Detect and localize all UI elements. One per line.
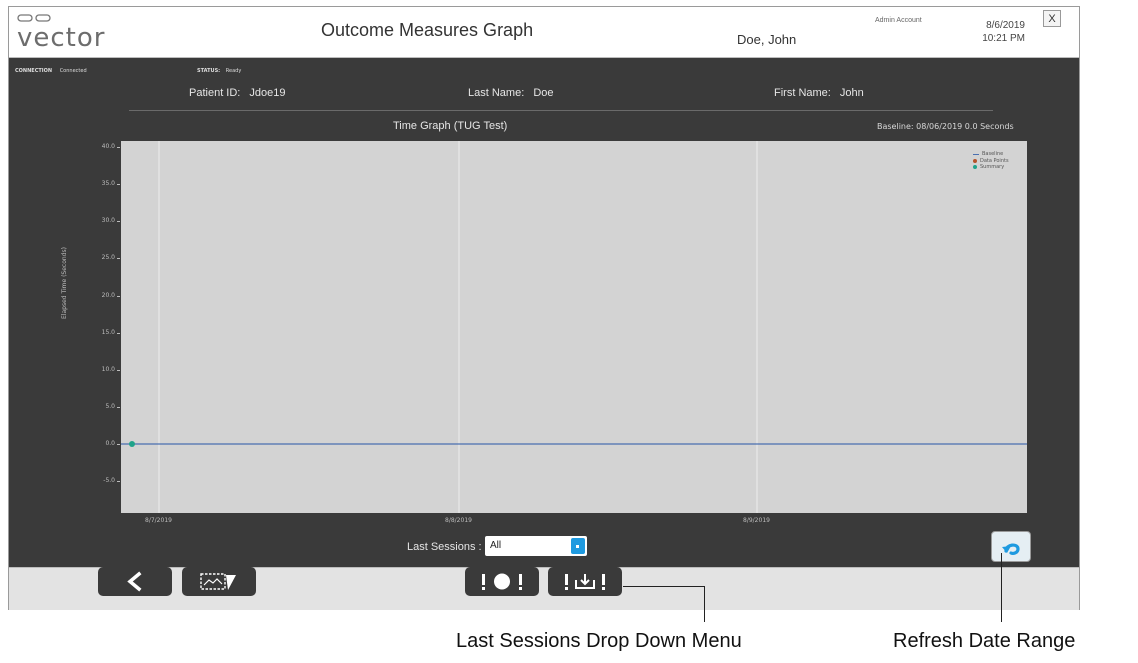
app-window: vector Outcome Measures Graph Doe, John … <box>8 6 1080 610</box>
y-tick-mark <box>117 444 120 445</box>
status-indicator: STATUS: Ready <box>197 68 241 74</box>
chevron-left-icon <box>127 571 142 592</box>
callout-line-dropdown-h <box>623 586 705 587</box>
first-name: First Name: John <box>774 87 864 99</box>
connection-status: CONNECTION Connected <box>15 68 87 74</box>
chart-plot-area[interactable] <box>121 141 1027 513</box>
alert-icon <box>482 573 522 590</box>
callout-last-sessions: Last Sessions Drop Down Menu <box>456 630 742 652</box>
date-time: 8/6/2019 10:21 PM <box>982 19 1025 45</box>
patient-name: Doe, John <box>737 32 797 47</box>
y-tick-mark <box>117 147 120 148</box>
connection-label: CONNECTION <box>15 68 53 74</box>
first-name-label: First Name: <box>774 87 831 99</box>
y-tick-label: 15.0 <box>101 328 115 336</box>
refresh-date-range-button[interactable] <box>991 531 1031 562</box>
y-tick-label: 30.0 <box>101 217 115 225</box>
y-tick-label: 20.0 <box>101 291 115 299</box>
last-name-label: Last Name: <box>468 87 525 99</box>
alert-button[interactable] <box>465 567 539 596</box>
y-tick-label: 10.0 <box>101 365 115 373</box>
dropdown-arrow-icon[interactable] <box>571 538 585 554</box>
header-divider <box>129 110 993 111</box>
legend-summary-swatch <box>973 165 977 170</box>
back-button[interactable] <box>98 567 172 596</box>
y-tick-label: -5.0 <box>103 477 115 485</box>
last-name: Last Name: Doe <box>468 87 554 99</box>
legend-summary-label: Summary <box>980 164 1005 170</box>
chart-title: Time Graph (TUG Test) <box>393 120 508 132</box>
status-value: Ready <box>225 68 242 74</box>
y-tick-mark <box>117 184 120 186</box>
status-label: STATUS: <box>197 68 221 74</box>
chart-legend: Baseline Data Points Summary <box>973 151 1009 171</box>
current-date: 8/6/2019 <box>986 20 1025 31</box>
y-tick-label: 40.0 <box>101 143 115 150</box>
last-sessions-dropdown[interactable]: All <box>485 536 587 556</box>
baseline-info: Baseline: 08/06/2019 0.0 Seconds <box>877 122 1014 131</box>
download-icon <box>565 574 605 590</box>
x-tick-label: 8/7/2019 <box>145 517 172 524</box>
refresh-icon <box>1002 543 1020 555</box>
y-tick-mark <box>117 332 120 334</box>
last-name-value: Doe <box>533 87 554 99</box>
x-tick-label: 8/9/2019 <box>743 517 770 524</box>
patient-id: Patient ID: Jdoe19 <box>189 87 286 99</box>
y-tick-mark <box>117 481 120 483</box>
y-tick-label: 5.0 <box>105 402 115 410</box>
callout-line-dropdown-v <box>704 586 705 622</box>
svg-text:vector: vector <box>17 23 105 53</box>
legend-data-points-swatch <box>973 158 977 163</box>
y-tick-label: 0.0 <box>105 440 115 447</box>
first-name-value: John <box>839 87 864 99</box>
y-tick-mark <box>117 221 120 223</box>
download-button[interactable] <box>548 567 622 596</box>
connection-value: Connected <box>59 68 87 74</box>
title-bar: vector Outcome Measures Graph Doe, John … <box>9 7 1079 58</box>
patient-id-label: Patient ID: <box>189 87 241 99</box>
y-tick-mark <box>117 295 120 297</box>
patient-id-value: Jdoe19 <box>249 87 286 99</box>
y-tick-mark <box>117 406 120 408</box>
y-axis-label: Elapsed Time (Seconds) <box>61 247 68 319</box>
legend-baseline-swatch <box>973 153 979 155</box>
callout-refresh: Refresh Date Range <box>893 630 1076 652</box>
account-label: Admin Account <box>875 17 922 24</box>
y-tick-label: 35.0 <box>101 180 115 188</box>
last-sessions-value: All <box>490 540 502 551</box>
window-title: Outcome Measures Graph <box>321 20 534 40</box>
close-button[interactable]: X <box>1043 10 1061 27</box>
x-tick-label: 8/8/2019 <box>445 517 472 524</box>
current-time: 10:21 PM <box>982 33 1025 44</box>
snapshot-button[interactable] <box>182 567 256 596</box>
y-tick-label: 25.0 <box>101 254 115 262</box>
last-sessions-label: Last Sessions : <box>407 541 482 553</box>
y-tick-mark <box>117 258 120 260</box>
chart-svg <box>121 141 1027 513</box>
callout-line-refresh <box>1001 553 1002 622</box>
data-point-0[interactable] <box>129 441 135 447</box>
legend-summary: Summary <box>973 164 1009 171</box>
snapshot-icon <box>200 573 236 590</box>
y-tick-mark <box>117 369 120 371</box>
vector-logo: vector <box>17 14 105 53</box>
